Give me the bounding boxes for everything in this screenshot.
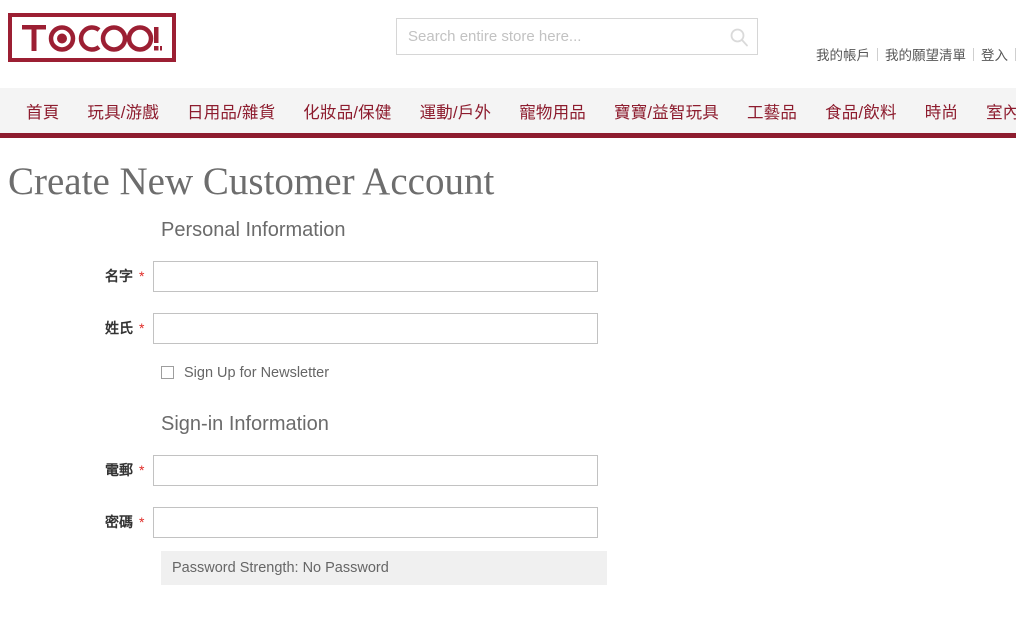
lastname-label-text: 姓氏 xyxy=(105,320,133,337)
password-label: 密碼 xyxy=(0,512,133,532)
lastname-label: 姓氏 xyxy=(0,318,133,338)
nav-item-home[interactable]: 首頁 xyxy=(12,99,73,123)
nav-item-cosmetics[interactable]: 化妝品/保健 xyxy=(289,99,405,123)
main-navigation: 首頁 玩具/游戲 日用品/雜貨 化妝品/保健 運動/戶外 寵物用品 寶寶/益智玩… xyxy=(0,88,1016,138)
newsletter-label[interactable]: Sign Up for Newsletter xyxy=(184,365,329,381)
tocoo-logo-icon xyxy=(22,24,162,52)
password-label-text: 密碼 xyxy=(105,514,133,531)
field-row-lastname: 姓氏 * xyxy=(0,312,1016,344)
nav-item-daily-goods[interactable]: 日用品/雜貨 xyxy=(173,99,289,123)
lastname-input[interactable] xyxy=(153,312,598,344)
firstname-required-marker: * xyxy=(139,268,145,285)
email-label: 電郵 xyxy=(0,460,133,480)
newsletter-checkbox[interactable] xyxy=(161,366,174,380)
search-button[interactable] xyxy=(721,19,757,54)
search-box[interactable] xyxy=(396,18,758,55)
search-input[interactable] xyxy=(396,18,758,55)
site-header: 我的帳戶 我的願望清單 登入 xyxy=(0,0,1016,88)
newsletter-row[interactable]: Sign Up for Newsletter xyxy=(161,365,1016,381)
nav-item-sports[interactable]: 運動/戶外 xyxy=(406,99,506,123)
password-strength-meter: Password Strength: No Password xyxy=(161,550,607,585)
nav-item-crafts[interactable]: 工藝品 xyxy=(733,99,811,123)
nav-item-home-decor[interactable]: 室內裝飾品 xyxy=(972,99,1016,123)
password-required-marker: * xyxy=(139,514,145,531)
email-input[interactable] xyxy=(153,454,598,486)
create-account-form: Personal Information 名字 * 姓氏 * Sign Up f… xyxy=(0,206,1016,585)
firstname-input[interactable] xyxy=(153,260,598,292)
nav-item-baby-toys[interactable]: 寶寶/益智玩具 xyxy=(600,99,733,123)
nav-item-pet-supplies[interactable]: 寵物用品 xyxy=(505,99,600,123)
firstname-label-text: 名字 xyxy=(105,268,133,285)
field-row-firstname: 名字 * xyxy=(0,260,1016,292)
personal-information-legend: Personal Information xyxy=(161,218,346,241)
email-required-marker: * xyxy=(139,462,145,479)
password-input[interactable] xyxy=(153,506,598,538)
main-content: Create New Customer Account Personal Inf… xyxy=(0,138,1016,585)
search-icon xyxy=(730,28,748,46)
lastname-required-marker: * xyxy=(139,320,145,337)
nav-item-food-drinks[interactable]: 食品/飲料 xyxy=(811,99,911,123)
signin-information-legend: Sign-in Information xyxy=(161,412,329,435)
site-logo[interactable] xyxy=(8,13,176,62)
field-row-email: 電郵 * xyxy=(0,454,1016,486)
account-links: 我的帳戶 我的願望清單 登入 xyxy=(809,44,1016,64)
page-title: Create New Customer Account xyxy=(8,160,495,203)
field-row-password: 密碼 * xyxy=(0,506,1016,538)
link-my-wishlist[interactable]: 我的願望清單 xyxy=(878,44,973,64)
nav-item-fashion[interactable]: 時尚 xyxy=(911,99,972,123)
email-label-text: 電郵 xyxy=(105,462,133,479)
nav-item-toys-games[interactable]: 玩具/游戲 xyxy=(73,99,173,123)
link-my-account[interactable]: 我的帳戶 xyxy=(809,44,877,64)
firstname-label: 名字 xyxy=(0,266,133,286)
link-sign-in[interactable]: 登入 xyxy=(974,44,1015,64)
